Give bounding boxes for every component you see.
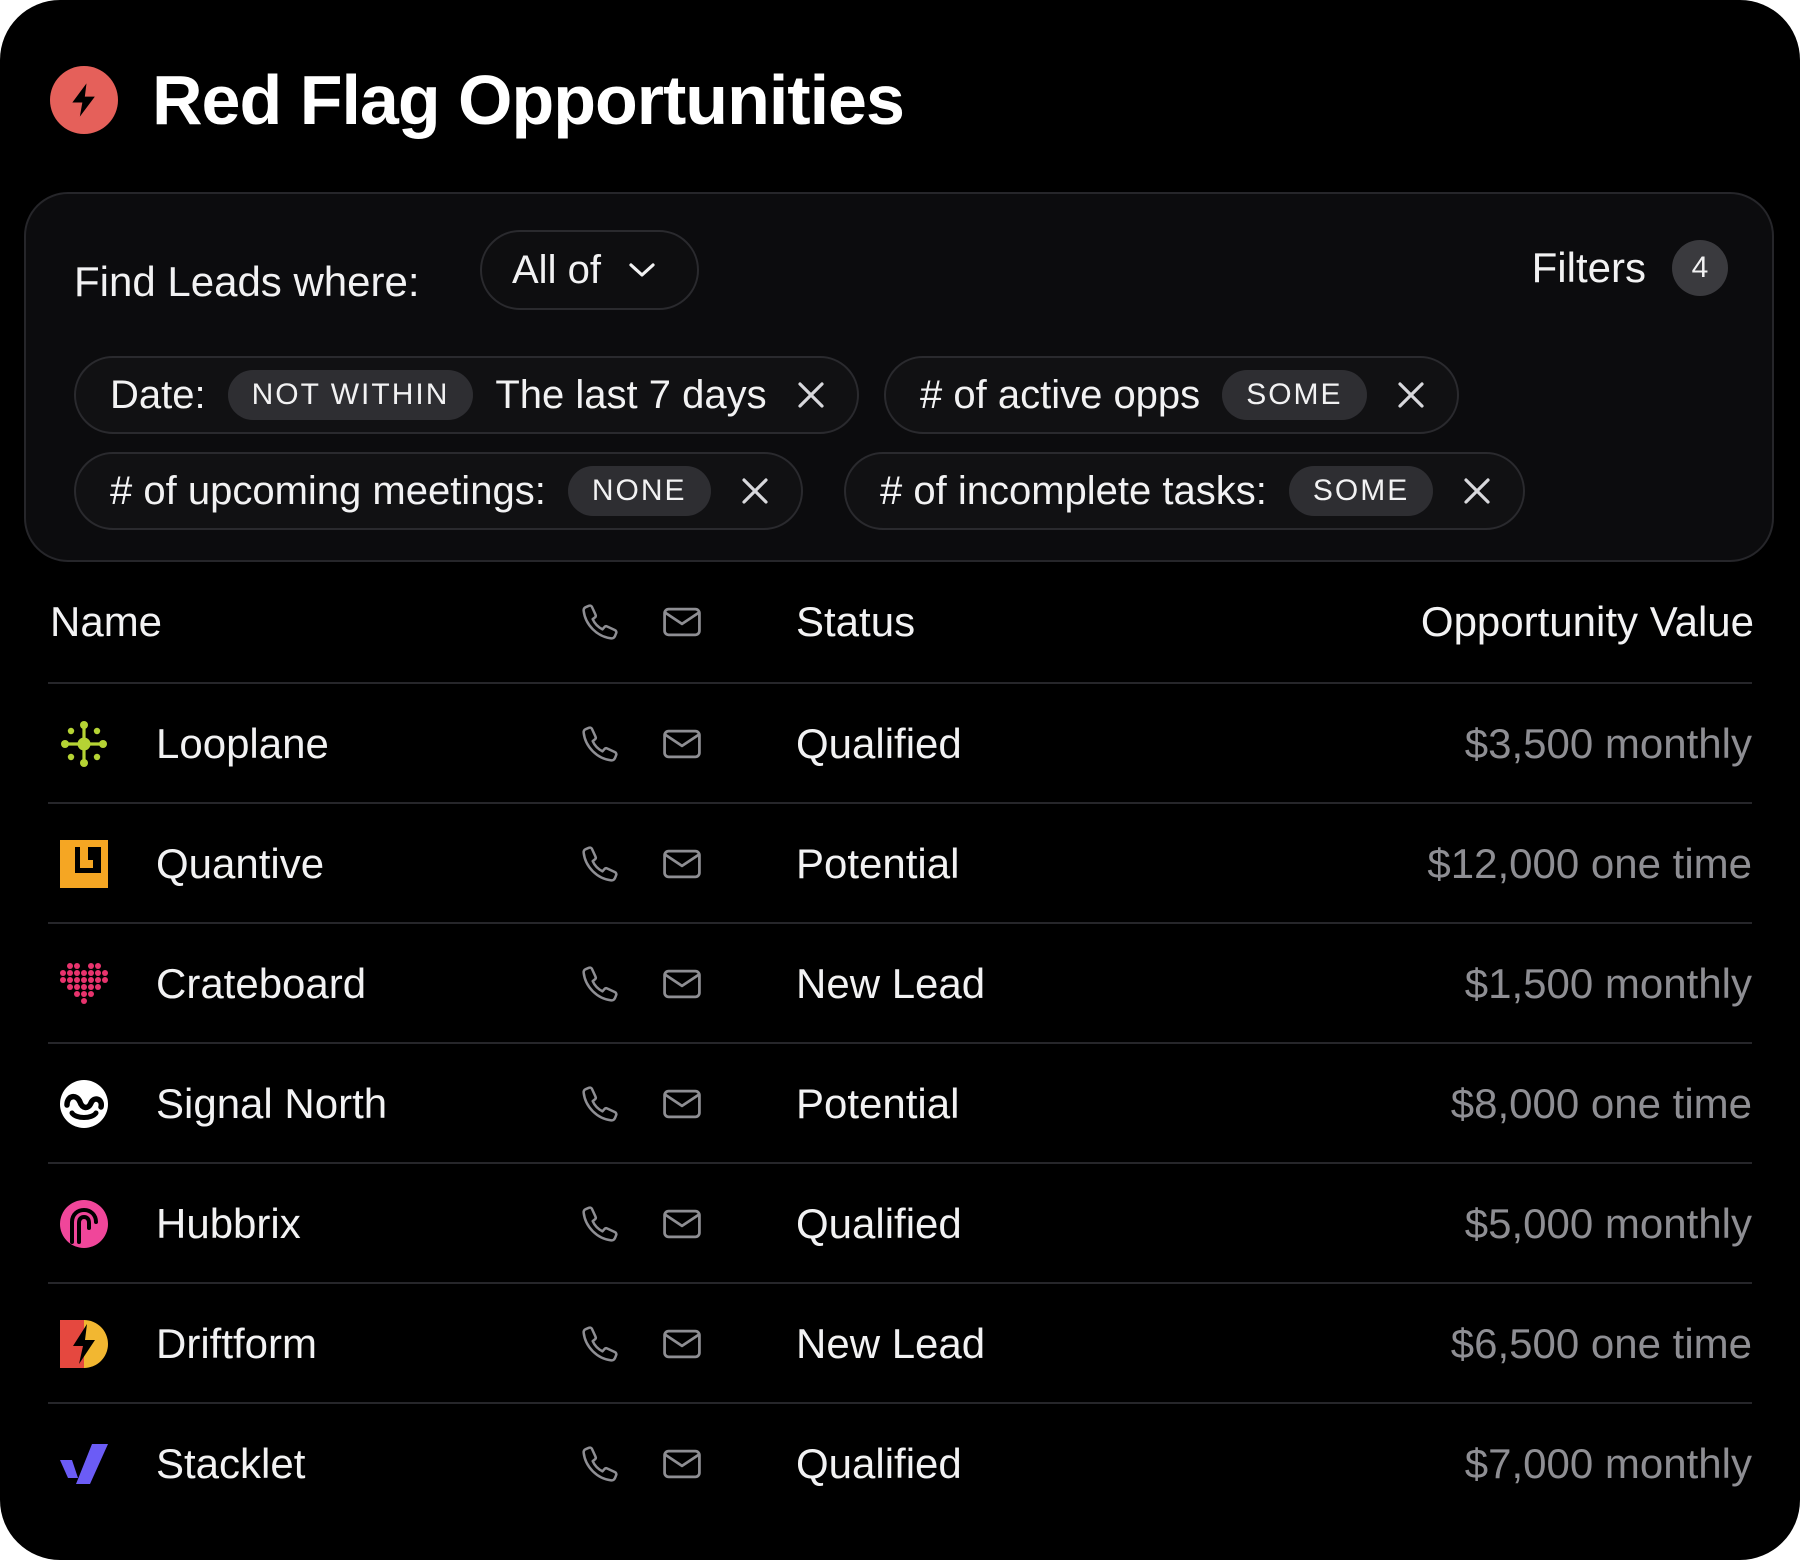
opportunity-value: $5,000 monthly — [1464, 1200, 1752, 1247]
table-row[interactable]: Driftform New Lead $6,500 one time — [48, 1282, 1752, 1404]
table-row[interactable]: Stacklet Qualified $7,000 monthly — [48, 1402, 1752, 1524]
lead-status: Qualified — [796, 1200, 962, 1247]
page-title: Red Flag Opportunities — [152, 61, 905, 139]
filter-chip-date[interactable]: Date: NOT WITHIN The last 7 days — [74, 356, 859, 434]
hubbrix-logo — [58, 1164, 110, 1284]
driftform-logo — [58, 1284, 110, 1404]
looplane-logo — [58, 684, 110, 804]
phone-icon[interactable] — [580, 1284, 620, 1404]
red-flag-opportunities-card: Red Flag Opportunities Find Leads where:… — [0, 0, 1800, 1560]
phone-icon[interactable] — [580, 804, 620, 924]
filter-chip-value[interactable]: The last 7 days — [495, 373, 766, 418]
phone-icon[interactable] — [580, 1044, 620, 1164]
lead-name[interactable]: Stacklet — [156, 1404, 305, 1524]
table-row[interactable]: Quantive Potential $12,000 one time — [48, 802, 1752, 924]
mail-icon[interactable] — [660, 1284, 704, 1404]
table-row[interactable]: Hubbrix Qualified $5,000 monthly — [48, 1162, 1752, 1284]
phone-icon — [580, 580, 620, 664]
opportunity-value: $8,000 one time — [1450, 1080, 1752, 1127]
lead-name[interactable]: Signal North — [156, 1044, 387, 1164]
lead-name[interactable]: Crateboard — [156, 924, 366, 1044]
lead-status: Potential — [796, 840, 960, 887]
filter-operator-badge[interactable]: SOME — [1222, 370, 1367, 420]
opportunity-value: $1,500 monthly — [1464, 960, 1752, 1007]
phone-icon[interactable] — [580, 684, 620, 804]
match-mode-value: All of — [512, 247, 601, 292]
stacklet-logo — [58, 1404, 110, 1524]
mail-icon[interactable] — [660, 1404, 704, 1524]
filter-chip-upcoming-meetings[interactable]: # of upcoming meetings: NONE — [74, 452, 803, 530]
crateboard-logo — [58, 924, 110, 1044]
lightning-bolt-icon — [50, 66, 118, 134]
signal-north-logo — [58, 1044, 110, 1164]
filter-chip-active-opps[interactable]: # of active opps SOME — [884, 356, 1459, 434]
lead-name[interactable]: Looplane — [156, 684, 329, 804]
filter-chip-incomplete-tasks[interactable]: # of incomplete tasks: SOME — [844, 452, 1526, 530]
phone-icon[interactable] — [580, 924, 620, 1044]
match-mode-dropdown[interactable]: All of — [480, 230, 699, 310]
close-icon[interactable] — [789, 373, 833, 417]
opportunity-value: $6,500 one time — [1450, 1320, 1752, 1367]
column-header-opportunity-value[interactable]: Opportunity Value — [1421, 580, 1754, 664]
close-icon[interactable] — [733, 469, 777, 513]
lead-status: New Lead — [796, 1320, 986, 1367]
table-row[interactable]: Crateboard New Lead $1,500 monthly — [48, 922, 1752, 1044]
lead-status: Qualified — [796, 720, 962, 767]
mail-icon — [660, 580, 704, 664]
filter-chip-label: Date: — [110, 372, 206, 417]
column-header-name[interactable]: Name — [50, 580, 162, 664]
close-icon[interactable] — [1455, 469, 1499, 513]
close-icon[interactable] — [1389, 373, 1433, 417]
lead-name[interactable]: Hubbrix — [156, 1164, 301, 1284]
opportunity-value: $12,000 one time — [1427, 840, 1752, 887]
mail-icon[interactable] — [660, 1044, 704, 1164]
filter-operator-badge[interactable]: SOME — [1288, 466, 1434, 516]
mail-icon[interactable] — [660, 804, 704, 924]
table-header: Name Status Opportunity Value — [50, 580, 1754, 664]
filter-operator-badge[interactable]: NOT WITHIN — [227, 370, 474, 420]
opportunity-value: $7,000 monthly — [1464, 1440, 1752, 1487]
lead-status: Qualified — [796, 1440, 962, 1487]
lead-status: Potential — [796, 1080, 960, 1127]
mail-icon[interactable] — [660, 684, 704, 804]
filter-operator-badge[interactable]: NONE — [567, 466, 711, 516]
table-row[interactable]: Signal North Potential $8,000 one time — [48, 1042, 1752, 1164]
filter-chip-label: # of incomplete tasks: — [880, 468, 1267, 513]
phone-icon[interactable] — [580, 1164, 620, 1284]
filter-chip-label: # of active opps — [920, 372, 1201, 417]
lead-name[interactable]: Quantive — [156, 804, 324, 924]
quantive-logo — [58, 804, 110, 924]
filters-button[interactable]: Filters — [1532, 230, 1646, 306]
lead-status: New Lead — [796, 960, 986, 1007]
mail-icon[interactable] — [660, 1164, 704, 1284]
find-leads-label: Find Leads where: — [74, 258, 420, 305]
mail-icon[interactable] — [660, 924, 704, 1044]
table-row[interactable]: Looplane Qualified $3,500 monthly — [48, 682, 1752, 804]
phone-icon[interactable] — [580, 1404, 620, 1524]
column-header-status[interactable]: Status — [796, 580, 915, 664]
filters-count-badge: 4 — [1672, 240, 1728, 296]
filter-chip-label: # of upcoming meetings: — [110, 468, 546, 513]
filter-panel: Find Leads where: All of Filters 4 Date:… — [24, 192, 1774, 562]
chevron-down-icon — [629, 263, 655, 277]
lead-name[interactable]: Driftform — [156, 1284, 317, 1404]
opportunity-value: $3,500 monthly — [1464, 720, 1752, 767]
page-header: Red Flag Opportunities — [50, 60, 905, 140]
